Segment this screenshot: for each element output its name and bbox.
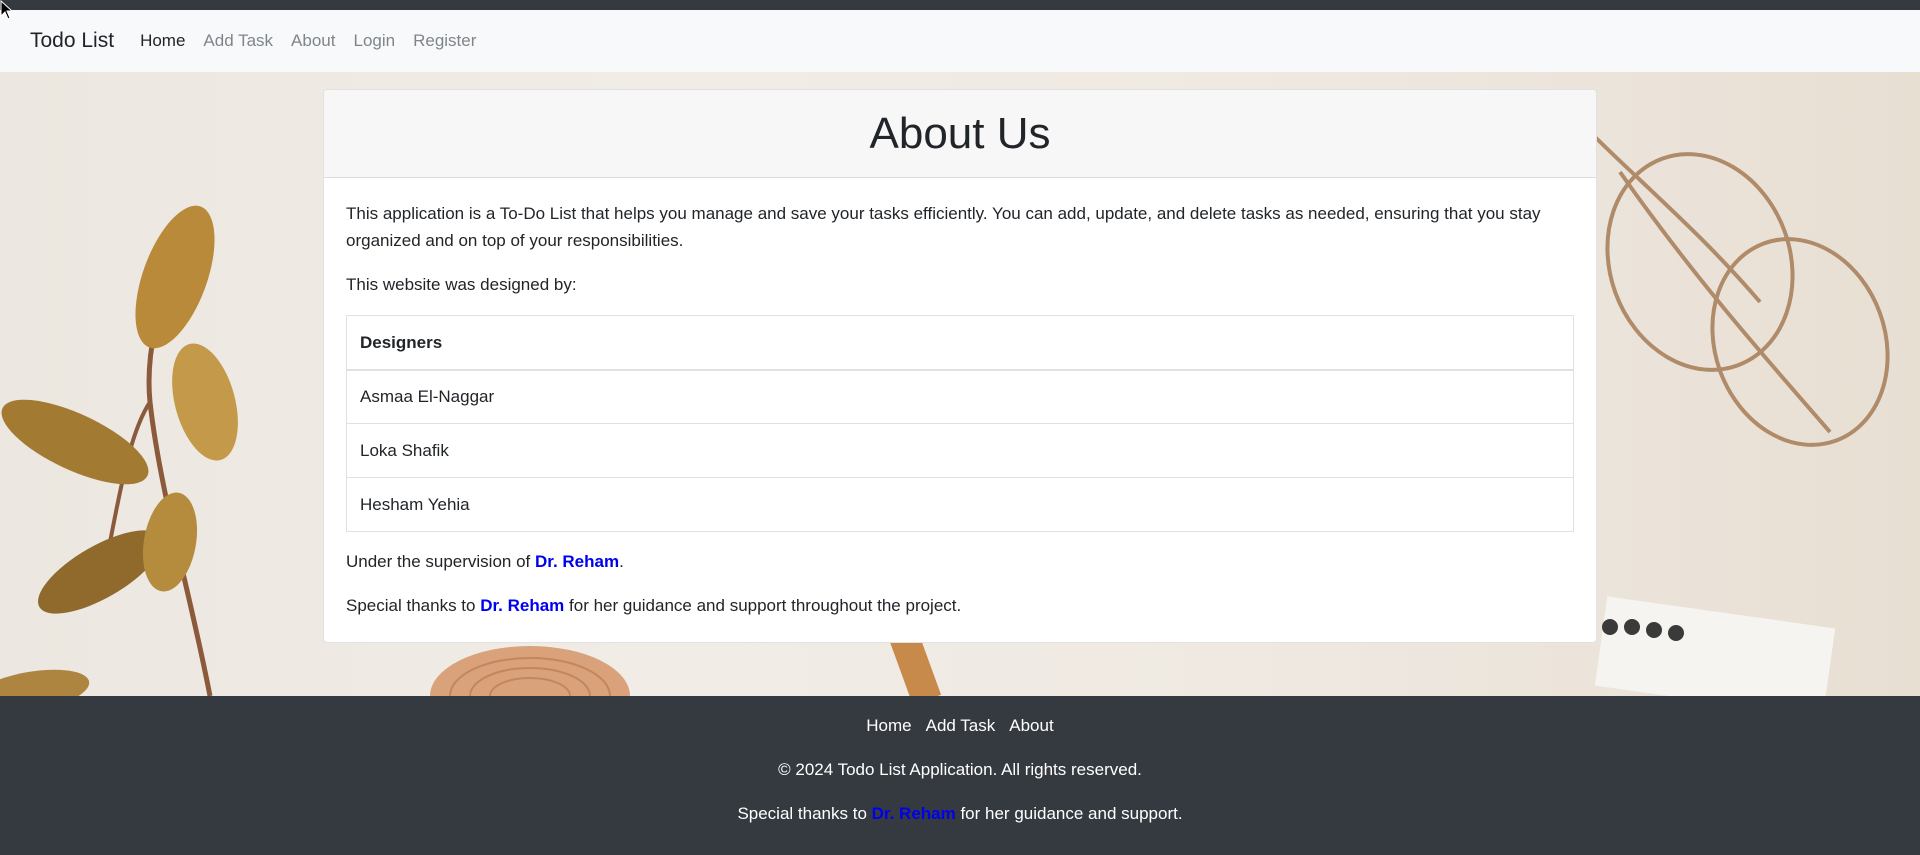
designer-name: Loka Shafik — [346, 423, 1574, 478]
nav-link-login[interactable]: Login — [353, 31, 395, 51]
navbar: Todo List Home Add Task About Login Regi… — [0, 10, 1920, 72]
about-card-header: About Us — [324, 90, 1596, 178]
intro-paragraph: This application is a To-Do List that he… — [346, 204, 1541, 250]
table-row: Hesham Yehia — [346, 477, 1574, 532]
table-row: Loka Shafik — [346, 423, 1574, 478]
thanks-suffix: for her guidance and support throughout … — [564, 596, 962, 615]
notepad-decoration — [1594, 596, 1836, 696]
footer-link-about[interactable]: About — [1009, 716, 1053, 736]
footer-thanks-suffix: for her guidance and support. — [955, 804, 1183, 823]
footer-link-add-task[interactable]: Add Task — [926, 716, 996, 736]
nav-link-about[interactable]: About — [291, 31, 335, 51]
top-dark-strip — [0, 0, 1920, 10]
navbar-brand[interactable]: Todo List — [30, 29, 114, 53]
supervisor-name: Dr. Reham — [535, 552, 620, 571]
footer-link-home[interactable]: Home — [866, 716, 911, 736]
glasses-decoration — [1588, 130, 1890, 447]
mouse-cursor-icon — [0, 0, 14, 20]
about-card-body: This application is a To-Do List that he… — [324, 178, 1596, 619]
nav-link-add-task[interactable]: Add Task — [203, 31, 273, 51]
thanks-text: Special thanks to Dr. Reham for her guid… — [346, 592, 1574, 619]
footer-links: Home Add Task About — [0, 716, 1920, 736]
footer-thanks-prefix: Special thanks to — [737, 804, 872, 823]
supervision-text: Under the supervision of Dr. Reham. — [346, 548, 1574, 575]
thanks-name: Dr. Reham — [480, 596, 565, 615]
footer: Home Add Task About © 2024 Todo List App… — [0, 696, 1920, 855]
designer-name: Hesham Yehia — [346, 477, 1574, 532]
designed-by-text: This website was designed by: — [346, 275, 577, 294]
supervision-prefix: Under the supervision of — [346, 552, 535, 571]
table-row: Asmaa El-Naggar — [346, 369, 1574, 424]
nav-link-register[interactable]: Register — [413, 31, 476, 51]
designers-table: Designers Asmaa El-Naggar Loka Shafik He… — [346, 315, 1574, 532]
supervision-suffix: . — [619, 552, 624, 571]
thanks-prefix: Special thanks to — [346, 596, 481, 615]
nav-link-home[interactable]: Home — [140, 31, 185, 51]
page-title: About Us — [869, 108, 1051, 158]
designers-header: Designers — [346, 315, 1574, 371]
plant-decoration — [0, 205, 238, 696]
about-card: About Us This application is a To-Do Lis… — [323, 89, 1597, 643]
designer-name: Asmaa El-Naggar — [346, 369, 1574, 424]
copyright-text: © 2024 Todo List Application. All rights… — [778, 760, 1142, 779]
footer-thanks-text: Special thanks to Dr. Reham for her guid… — [0, 804, 1920, 824]
footer-thanks-name: Dr. Reham — [871, 804, 956, 823]
